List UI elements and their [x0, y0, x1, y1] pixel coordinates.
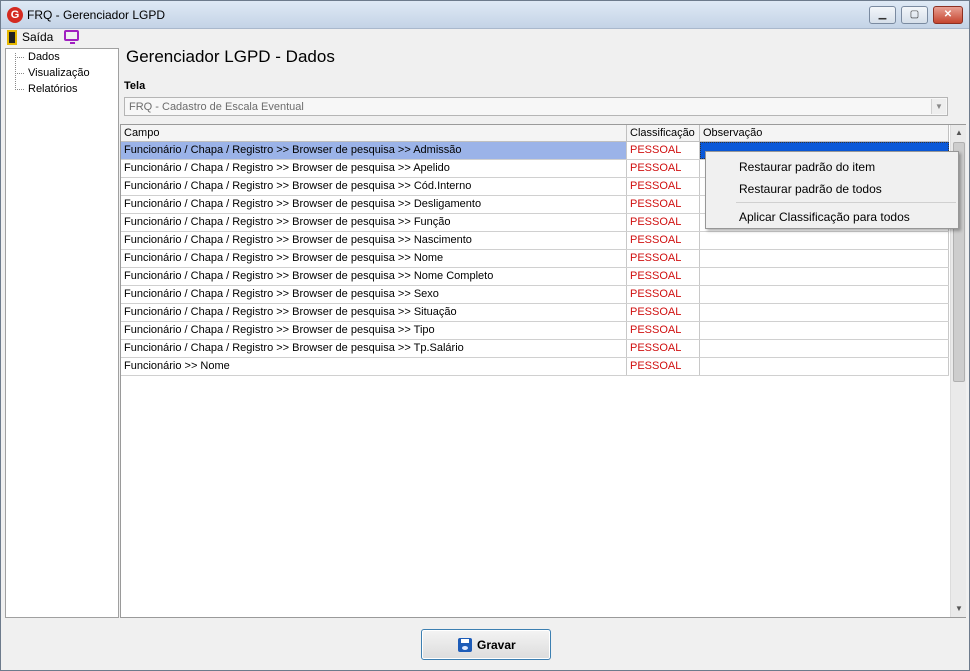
table-row[interactable]: Funcionário / Chapa / Registro >> Browse…	[121, 250, 949, 268]
sidebar-item-relatorios[interactable]: Relatórios	[15, 83, 78, 95]
cell-campo[interactable]: Funcionário / Chapa / Registro >> Browse…	[121, 250, 627, 267]
scroll-up-icon[interactable]: ▲	[951, 125, 967, 141]
tela-select-value: FRQ - Cadastro de Escala Eventual	[129, 101, 304, 113]
main-window: G FRQ - Gerenciador LGPD ▁ ▢ ✕ Saída Dad…	[0, 0, 970, 671]
cell-classificacao[interactable]: PESSOAL	[627, 196, 700, 213]
tela-select[interactable]: FRQ - Cadastro de Escala Eventual ▼	[124, 97, 948, 116]
cell-classificacao[interactable]: PESSOAL	[627, 340, 700, 357]
cell-campo[interactable]: Funcionário / Chapa / Registro >> Browse…	[121, 160, 627, 177]
cell-classificacao[interactable]: PESSOAL	[627, 160, 700, 177]
tela-label: Tela	[124, 80, 146, 92]
cell-campo[interactable]: Funcionário / Chapa / Registro >> Browse…	[121, 232, 627, 249]
cell-classificacao[interactable]: PESSOAL	[627, 250, 700, 267]
menu-item-aplicar-classificacao[interactable]: Aplicar Classificação para todos	[739, 210, 910, 224]
menu-separator	[736, 202, 956, 203]
cell-observacao[interactable]	[700, 304, 949, 321]
table-row[interactable]: Funcionário / Chapa / Registro >> Browse…	[121, 304, 949, 322]
menu-bar: Saída	[1, 29, 969, 47]
close-icon[interactable]: ✕	[933, 6, 963, 24]
cell-campo[interactable]: Funcionário / Chapa / Registro >> Browse…	[121, 196, 627, 213]
cell-classificacao[interactable]: PESSOAL	[627, 358, 700, 375]
chevron-down-icon[interactable]: ▼	[931, 99, 946, 114]
disk-icon	[458, 638, 472, 652]
cell-observacao[interactable]	[700, 286, 949, 303]
cell-campo[interactable]: Funcionário / Chapa / Registro >> Browse…	[121, 178, 627, 195]
column-header-campo[interactable]: Campo	[121, 125, 627, 142]
cell-campo[interactable]: Funcionário / Chapa / Registro >> Browse…	[121, 214, 627, 231]
cell-campo[interactable]: Funcionário / Chapa / Registro >> Browse…	[121, 322, 627, 339]
table-row[interactable]: Funcionário / Chapa / Registro >> Browse…	[121, 340, 949, 358]
sidebar-item-dados[interactable]: Dados	[15, 51, 60, 63]
cell-observacao[interactable]	[700, 340, 949, 357]
cell-classificacao[interactable]: PESSOAL	[627, 214, 700, 231]
save-button[interactable]: Gravar	[421, 629, 551, 660]
save-button-label: Gravar	[477, 638, 516, 652]
cell-observacao[interactable]	[700, 250, 949, 267]
app-logo-icon: G	[7, 7, 23, 23]
column-header-observacao[interactable]: Observação	[700, 125, 949, 142]
cell-campo[interactable]: Funcionário / Chapa / Registro >> Browse…	[121, 142, 627, 159]
window-title: FRQ - Gerenciador LGPD	[27, 8, 166, 22]
sidebar-item-visualizacao[interactable]: Visualização	[15, 67, 90, 79]
cell-campo[interactable]: Funcionário / Chapa / Registro >> Browse…	[121, 286, 627, 303]
cell-observacao[interactable]	[700, 268, 949, 285]
cell-campo[interactable]: Funcionário >> Nome	[121, 358, 627, 375]
monitor-icon[interactable]	[64, 30, 79, 44]
cell-observacao[interactable]	[700, 232, 949, 249]
cell-classificacao[interactable]: PESSOAL	[627, 322, 700, 339]
cell-campo[interactable]: Funcionário / Chapa / Registro >> Browse…	[121, 268, 627, 285]
minimize-icon[interactable]: ▁	[869, 6, 896, 24]
grid-header: Campo Classificação Observação	[121, 125, 949, 142]
table-row[interactable]: Funcionário / Chapa / Registro >> Browse…	[121, 286, 949, 304]
menu-exit[interactable]: Saída	[22, 30, 53, 44]
table-row[interactable]: Funcionário / Chapa / Registro >> Browse…	[121, 268, 949, 286]
cell-classificacao[interactable]: PESSOAL	[627, 286, 700, 303]
cell-classificacao[interactable]: PESSOAL	[627, 178, 700, 195]
cell-classificacao[interactable]: PESSOAL	[627, 232, 700, 249]
cell-classificacao[interactable]: PESSOAL	[627, 142, 700, 159]
menu-item-restaurar-item[interactable]: Restaurar padrão do item	[739, 160, 875, 174]
cell-observacao[interactable]	[700, 358, 949, 375]
table-row[interactable]: Funcionário / Chapa / Registro >> Browse…	[121, 232, 949, 250]
page-title: Gerenciador LGPD - Dados	[126, 47, 335, 66]
menu-item-restaurar-todos[interactable]: Restaurar padrão de todos	[739, 182, 882, 196]
cell-classificacao[interactable]: PESSOAL	[627, 304, 700, 321]
cell-observacao[interactable]	[700, 322, 949, 339]
cell-classificacao[interactable]: PESSOAL	[627, 268, 700, 285]
column-header-classificacao[interactable]: Classificação	[627, 125, 700, 142]
table-row[interactable]: Funcionário >> Nome PESSOAL	[121, 358, 949, 376]
scroll-down-icon[interactable]: ▼	[951, 601, 967, 617]
sidebar-tree: Dados Visualização Relatórios	[5, 48, 119, 618]
table-row[interactable]: Funcionário / Chapa / Registro >> Browse…	[121, 322, 949, 340]
maximize-icon[interactable]: ▢	[901, 6, 928, 24]
cell-campo[interactable]: Funcionário / Chapa / Registro >> Browse…	[121, 304, 627, 321]
title-bar[interactable]: G FRQ - Gerenciador LGPD ▁ ▢ ✕	[1, 1, 969, 29]
exit-door-icon[interactable]	[7, 30, 17, 45]
context-menu: Restaurar padrão do item Restaurar padrã…	[705, 151, 959, 229]
cell-campo[interactable]: Funcionário / Chapa / Registro >> Browse…	[121, 340, 627, 357]
